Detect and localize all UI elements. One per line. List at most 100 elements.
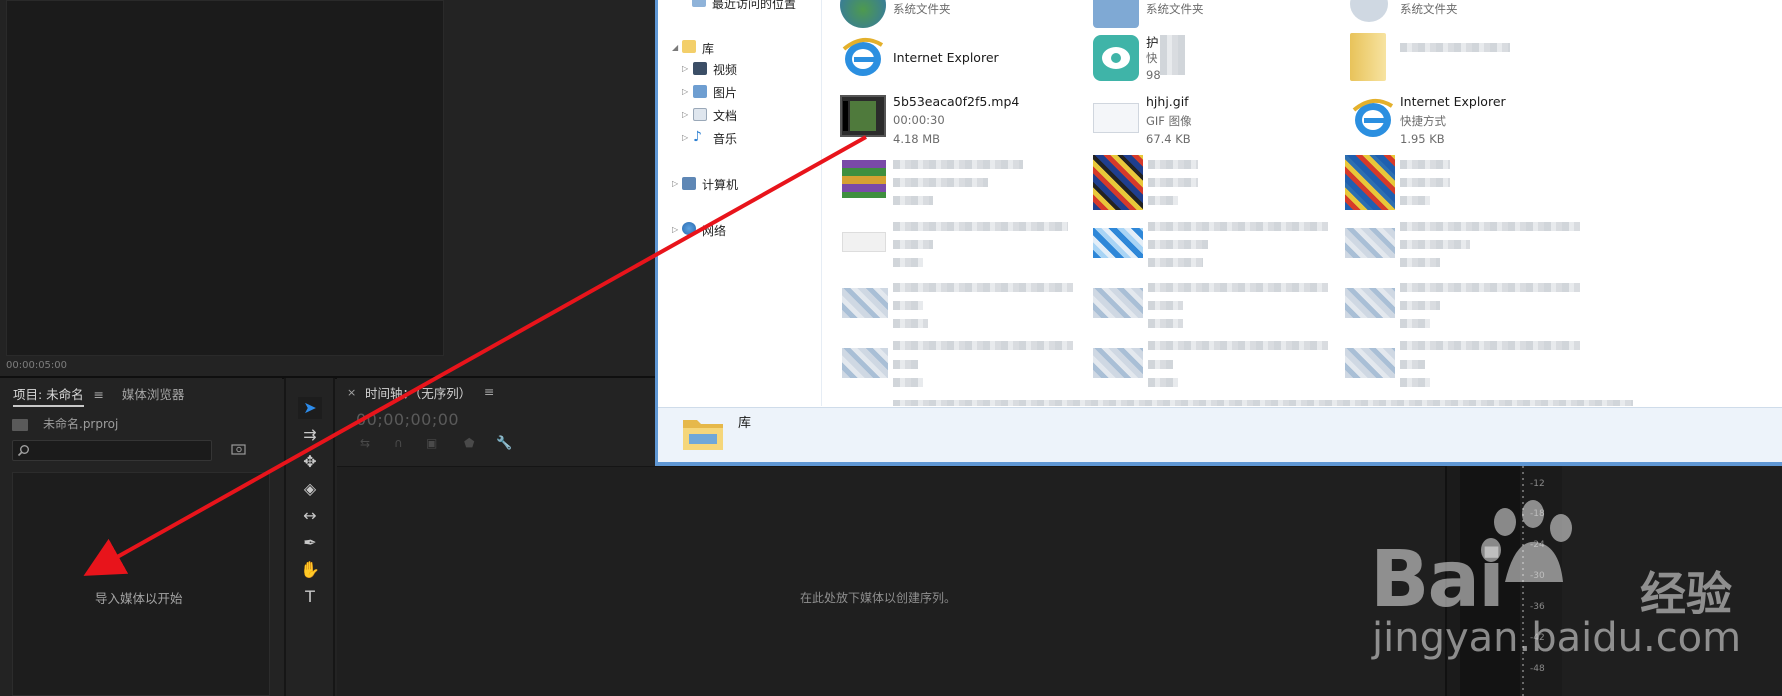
selection-tool-icon[interactable]: ➤ bbox=[298, 397, 322, 419]
hand-tool-icon[interactable]: ✋ bbox=[298, 559, 322, 581]
nav-item-pictures[interactable]: 图片 bbox=[713, 84, 737, 101]
blurred-text bbox=[1400, 196, 1430, 205]
system-folder-icon[interactable] bbox=[1093, 0, 1139, 28]
blurred-text bbox=[1148, 301, 1183, 310]
explorer-window bbox=[655, 0, 1782, 466]
file-size: 67.4 KB bbox=[1146, 132, 1191, 146]
linked-selection-icon[interactable]: ▣ bbox=[426, 436, 437, 450]
blurred-text bbox=[1148, 240, 1208, 249]
monitor-screen[interactable] bbox=[6, 0, 444, 356]
blurred-file-icon bbox=[1093, 228, 1143, 258]
folder-icon[interactable] bbox=[1350, 33, 1386, 81]
project-search-input[interactable] bbox=[12, 440, 212, 461]
recent-places-icon bbox=[692, 0, 706, 7]
pen-tool-icon[interactable]: ✒ bbox=[298, 532, 322, 554]
nav-item-library[interactable]: 库 bbox=[702, 40, 714, 57]
app-shortcut-icon[interactable] bbox=[1093, 35, 1139, 81]
ripple-edit-tool-icon[interactable]: ✥ bbox=[298, 451, 322, 473]
nav-item-music[interactable]: 音乐 bbox=[713, 130, 737, 147]
track-select-tool-icon[interactable]: ⇉ bbox=[298, 424, 322, 446]
slip-tool-icon[interactable]: ↔ bbox=[298, 505, 322, 527]
file-type: 快捷方式 bbox=[1400, 114, 1446, 128]
video-file-icon[interactable] bbox=[840, 95, 886, 137]
project-drop-area[interactable] bbox=[12, 472, 270, 696]
blurred-text bbox=[1400, 341, 1580, 350]
nav-item-videos[interactable]: 视频 bbox=[713, 61, 737, 78]
monitor-timecode[interactable]: 00:00:05:00 bbox=[6, 360, 67, 371]
network-icon bbox=[682, 222, 696, 235]
nav-item-computer[interactable]: 计算机 bbox=[702, 176, 738, 193]
internet-explorer-icon[interactable] bbox=[1350, 96, 1396, 142]
tab-project[interactable]: 项目: 未命名 bbox=[13, 387, 84, 407]
file-duration: 00:00:30 bbox=[893, 113, 945, 127]
blurred-text bbox=[1400, 360, 1425, 369]
file-name[interactable]: 5b53eaca0f2f5.mp4 bbox=[893, 94, 1019, 109]
project-file-icon bbox=[12, 419, 28, 431]
blurred-text bbox=[1148, 178, 1198, 187]
project-file-name: 未命名.prproj bbox=[43, 417, 119, 431]
blurred-file-icon bbox=[1345, 228, 1395, 258]
nav-item-documents[interactable]: 文档 bbox=[713, 107, 737, 124]
internet-explorer-icon[interactable] bbox=[840, 35, 886, 81]
file-name[interactable]: Internet Explorer bbox=[1400, 94, 1506, 109]
nav-collapsed-icon[interactable]: ▷ bbox=[682, 133, 688, 142]
razor-tool-icon[interactable]: ◈ bbox=[298, 478, 322, 500]
file-type: 快 bbox=[1146, 51, 1158, 65]
nav-collapsed-icon[interactable]: ▷ bbox=[682, 64, 688, 73]
blurred-text bbox=[1400, 178, 1450, 187]
nav-collapsed-icon[interactable]: ▷ bbox=[672, 225, 678, 234]
timeline-tab-menu-icon[interactable]: ≡ bbox=[484, 384, 494, 399]
nav-collapsed-icon[interactable]: ▷ bbox=[682, 87, 688, 96]
library-folder-icon bbox=[680, 410, 726, 454]
timeline-drop-area[interactable] bbox=[337, 466, 1445, 696]
blurred-text bbox=[1400, 240, 1470, 249]
file-name[interactable]: hjhj.gif bbox=[1146, 94, 1189, 109]
blurred-text bbox=[893, 178, 988, 187]
tab-media-browser[interactable]: 媒体浏览器 bbox=[122, 387, 185, 402]
videos-icon bbox=[693, 62, 707, 75]
snap-icon[interactable]: ∩ bbox=[394, 436, 403, 450]
blurred-text bbox=[1148, 196, 1178, 205]
file-type: 系统文件夹 bbox=[893, 2, 951, 16]
nav-item-network[interactable]: 网络 bbox=[702, 222, 726, 239]
file-type: 系统文件夹 bbox=[1146, 2, 1204, 16]
blurred-text bbox=[1400, 258, 1440, 267]
nav-item-recent[interactable]: 最近访问的位置 bbox=[712, 0, 796, 12]
project-tab-group: 项目: 未命名 ≡ 媒体浏览器 bbox=[13, 384, 185, 407]
add-marker-icon[interactable]: ⬟ bbox=[464, 436, 474, 450]
blurred-text bbox=[1148, 341, 1328, 350]
blurred-text bbox=[1400, 43, 1510, 52]
explorer-details-pane bbox=[658, 407, 1782, 462]
new-search-bin-icon[interactable] bbox=[231, 442, 247, 456]
type-tool-icon[interactable]: T bbox=[298, 586, 322, 608]
blurred-text bbox=[1400, 319, 1430, 328]
documents-icon bbox=[693, 108, 707, 121]
timeline-close-icon[interactable]: × bbox=[347, 386, 356, 399]
project-tab-menu-icon[interactable]: ≡ bbox=[94, 387, 104, 402]
file-type: GIF 图像 bbox=[1146, 114, 1192, 128]
computer-icon bbox=[682, 177, 696, 190]
nest-icon[interactable]: ⇆ bbox=[360, 436, 370, 450]
blurred-file-icon bbox=[1345, 348, 1395, 378]
blurred-file-icon bbox=[842, 160, 886, 198]
blurred-text bbox=[893, 378, 923, 387]
tab-timeline[interactable]: 时间轴：（无序列） bbox=[365, 383, 471, 402]
blurred-text bbox=[1160, 35, 1185, 75]
meter-label: -36 bbox=[1530, 602, 1545, 612]
nav-expanded-icon[interactable]: ◢ bbox=[672, 43, 678, 52]
file-size: 1.95 KB bbox=[1400, 132, 1445, 146]
file-name[interactable]: 护 bbox=[1146, 32, 1159, 51]
file-name[interactable]: Internet Explorer bbox=[893, 50, 999, 65]
meter-label: -48 bbox=[1530, 664, 1545, 674]
gif-file-icon[interactable] bbox=[1093, 103, 1139, 133]
blurred-text bbox=[893, 400, 1633, 406]
details-item-name: 库 bbox=[738, 416, 752, 431]
nav-collapsed-icon[interactable]: ▷ bbox=[672, 179, 678, 188]
wrench-icon[interactable]: 🔧 bbox=[496, 436, 512, 451]
explorer-nav-pane: 最近访问的位置 ◢ 库 ▷ 视频 ▷ 图片 ▷ 文档 ▷ ♪ 音乐 ▷ 计算机 … bbox=[658, 0, 822, 406]
file-size: 4.18 MB bbox=[893, 132, 941, 146]
blurred-file-icon bbox=[1093, 155, 1143, 210]
timeline-timecode[interactable]: 00;00;00;00 bbox=[356, 410, 459, 429]
blurred-text bbox=[893, 160, 1023, 169]
nav-collapsed-icon[interactable]: ▷ bbox=[682, 110, 688, 119]
